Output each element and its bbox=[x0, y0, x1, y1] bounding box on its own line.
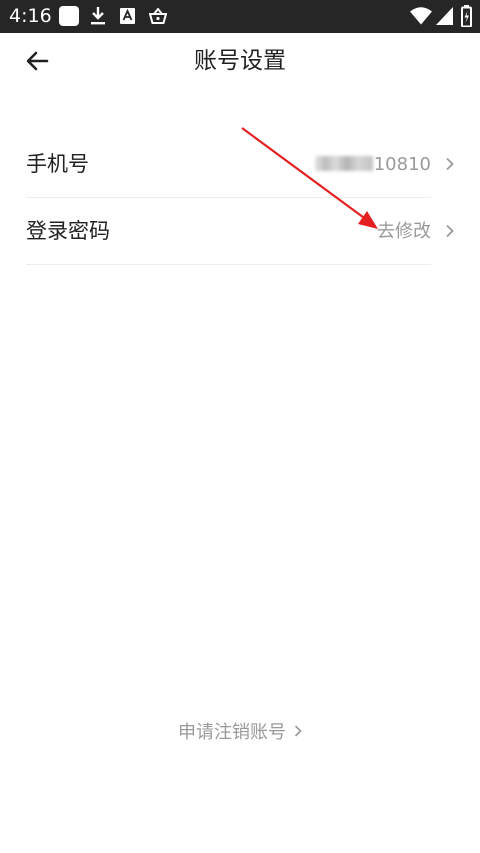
phone-number-row[interactable]: 手机号 10810 bbox=[26, 131, 431, 198]
page-title: 账号设置 bbox=[194, 48, 286, 74]
wifi-icon bbox=[410, 7, 432, 25]
basket-icon bbox=[149, 8, 167, 24]
phone-number-value: 10810 bbox=[314, 152, 431, 178]
phone-number-suffix: 10810 bbox=[373, 154, 431, 175]
login-password-row[interactable]: 登录密码 去修改 bbox=[26, 198, 431, 265]
chevron-right-icon bbox=[446, 157, 454, 171]
signal-icon bbox=[436, 7, 453, 25]
cancel-account-label: 申请注销账号 bbox=[178, 722, 286, 743]
download-icon bbox=[91, 7, 105, 25]
status-bar: 4:16 bbox=[0, 0, 480, 33]
phone-number-label: 手机号 bbox=[26, 152, 89, 176]
status-time: 4:16 bbox=[9, 5, 52, 27]
chevron-right-icon bbox=[294, 725, 302, 737]
login-password-label: 登录密码 bbox=[26, 219, 110, 243]
cancel-account-link[interactable]: 申请注销账号 bbox=[0, 720, 480, 746]
app-notification-icon bbox=[59, 6, 79, 26]
masked-digits bbox=[314, 156, 373, 171]
change-password-link[interactable]: 去修改 bbox=[377, 219, 431, 245]
keyboard-a-icon bbox=[120, 8, 135, 24]
chevron-right-icon bbox=[446, 224, 454, 238]
battery-icon bbox=[461, 5, 472, 27]
